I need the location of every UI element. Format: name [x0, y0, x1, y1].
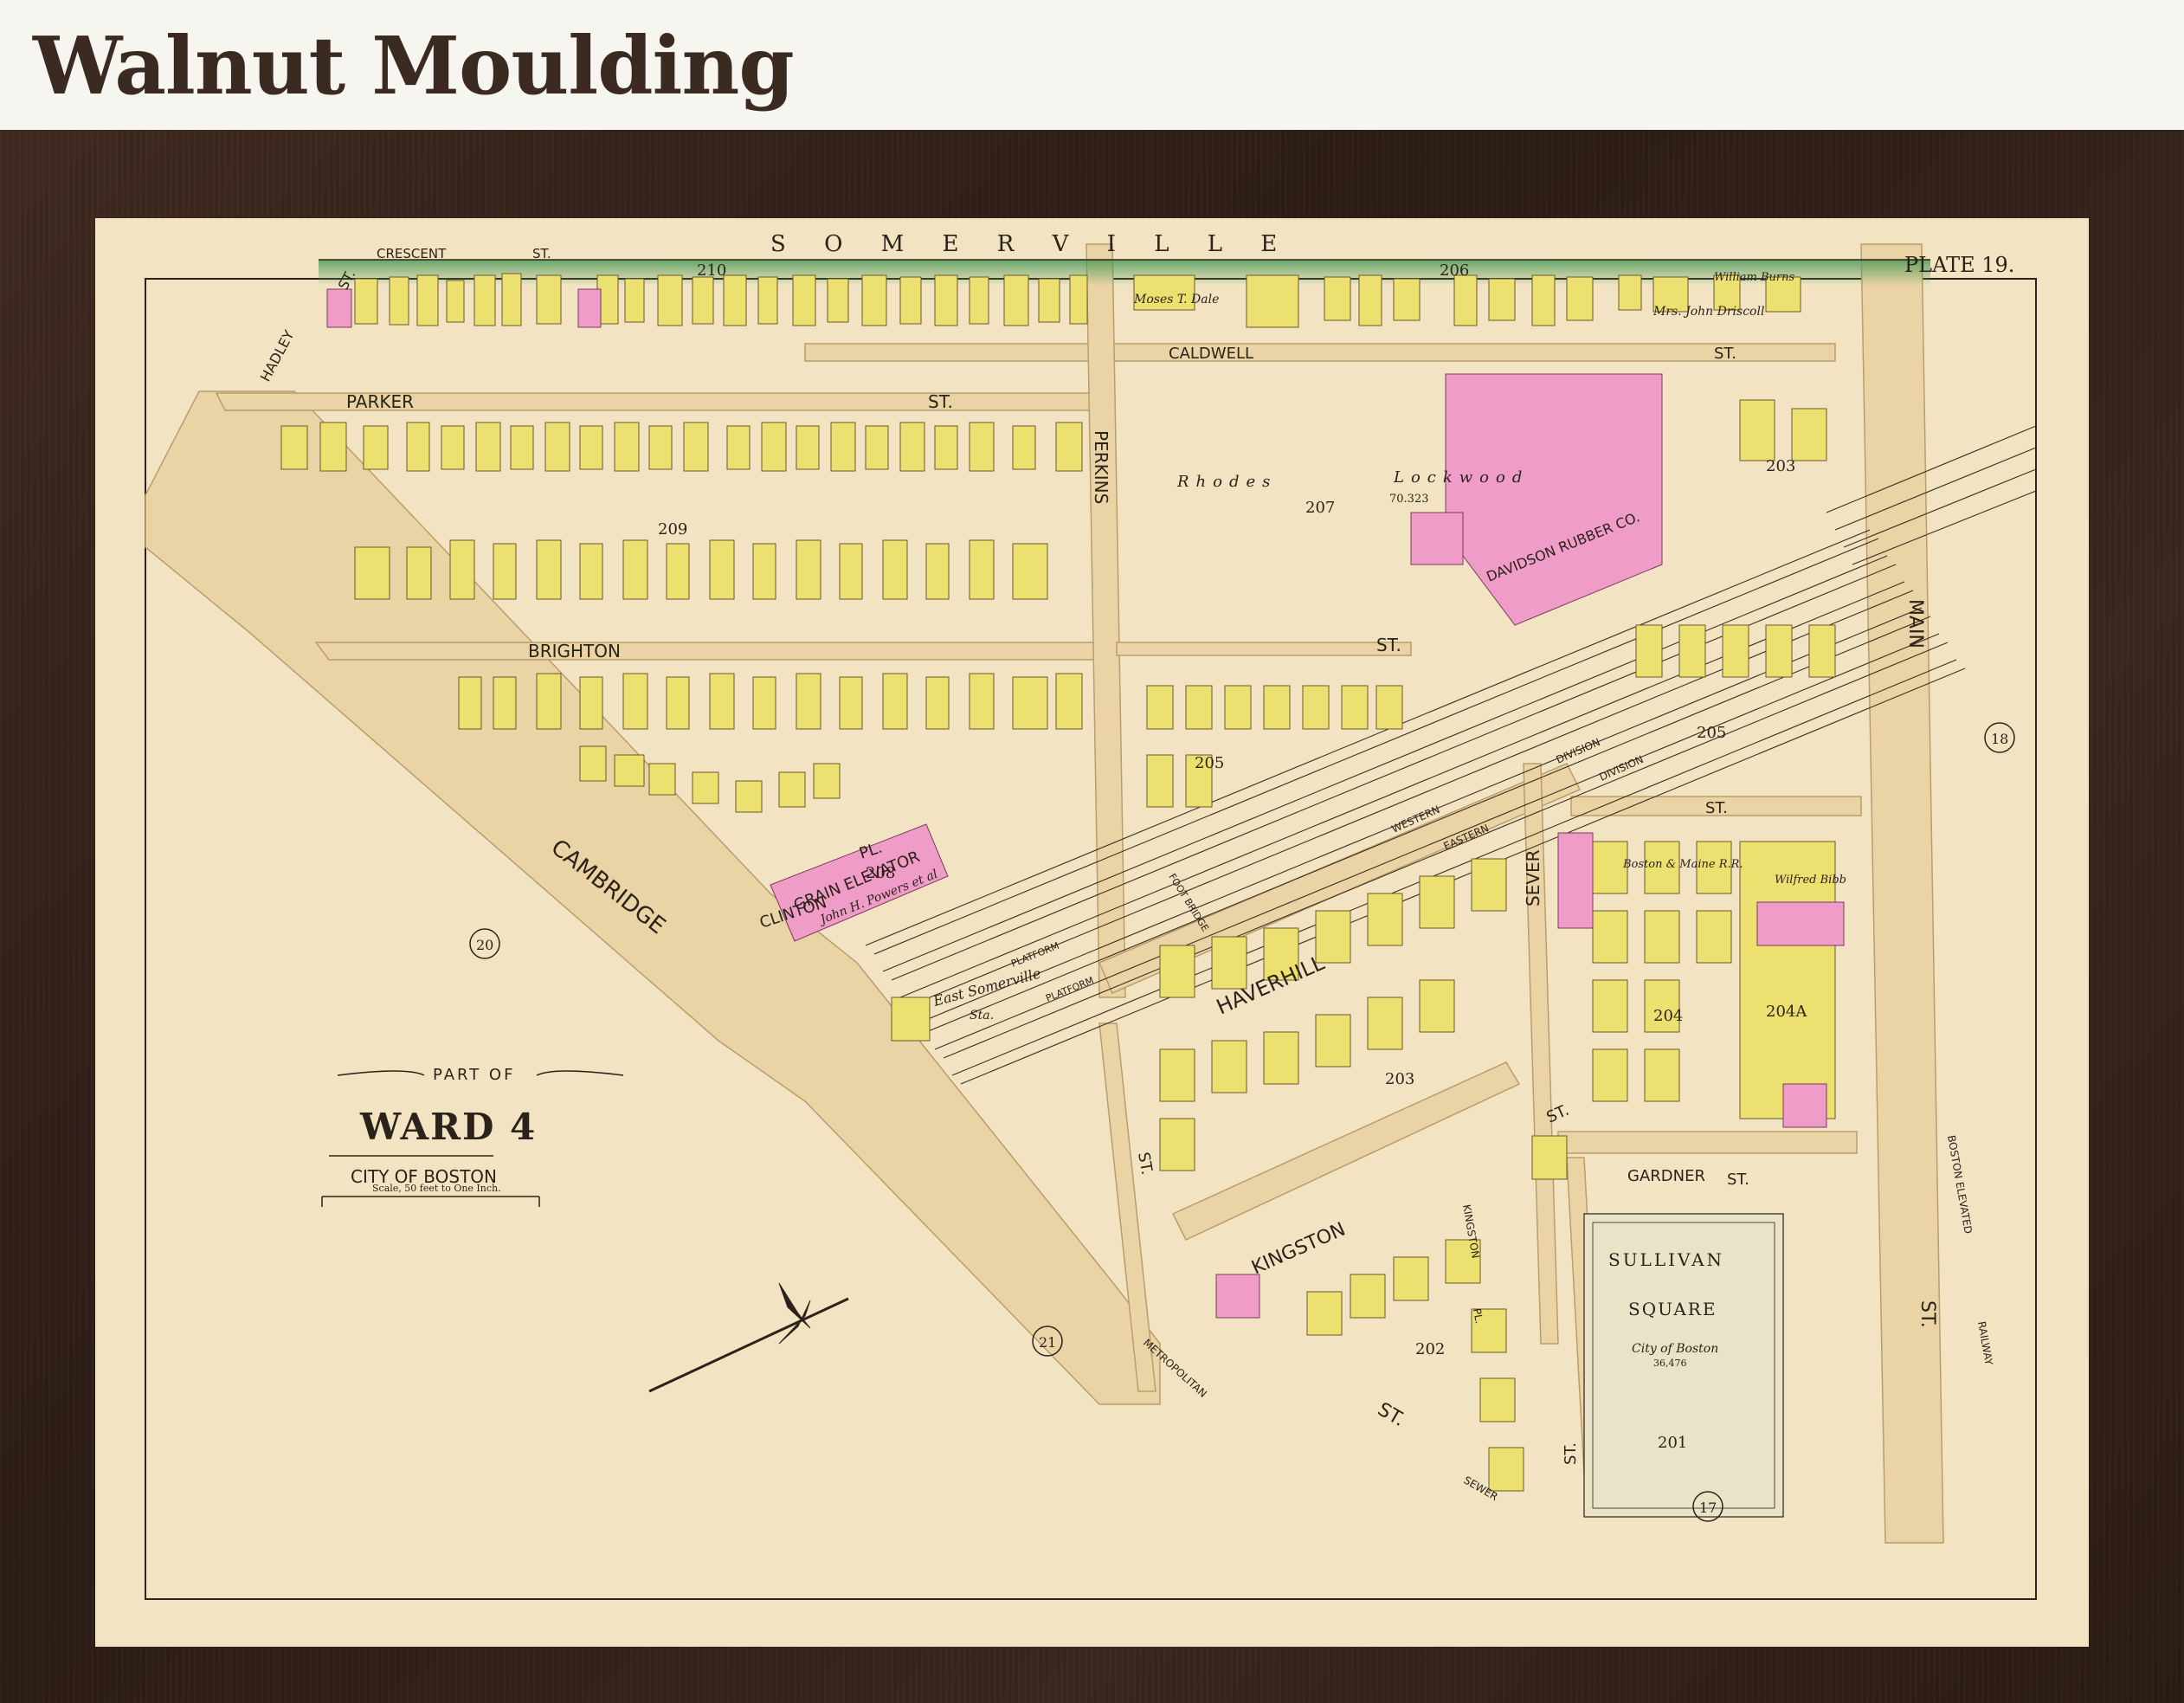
block-205b: 205	[1697, 724, 1726, 742]
street-perkins: PERKINS	[1091, 430, 1111, 504]
label-sullivan-city: City of Boston	[1632, 1342, 1718, 1356]
street-parker-st: ST.	[928, 391, 953, 412]
cartouche-part-of: PART OF	[433, 1066, 515, 1084]
label-rhodes-area: 70.323	[1389, 493, 1429, 506]
map-mat: S O M E R V I L L E PLATE 19. CRESCENT S…	[95, 218, 2089, 1647]
region-label: S O M E R V I L L E	[770, 231, 1292, 257]
block-203b: 203	[1385, 1070, 1414, 1088]
street-lower-st: ST.	[1705, 799, 1728, 817]
street-main: MAIN	[1904, 599, 1926, 648]
page-title: Walnut Moulding	[33, 19, 795, 113]
block-201: 201	[1658, 1434, 1687, 1452]
street-haverhill-st: ST.	[1134, 1151, 1156, 1176]
plate-ref-21: 21	[1039, 1334, 1056, 1351]
gardner-road	[1557, 1131, 1858, 1154]
middle-st-road	[1116, 642, 1412, 656]
label-sta: Sta.	[970, 1009, 994, 1022]
block-204: 204	[1653, 1007, 1683, 1025]
street-gardner-st: ST.	[1727, 1171, 1749, 1189]
block-209: 209	[658, 520, 687, 539]
block-210: 210	[697, 261, 726, 280]
block-208: 208	[866, 864, 895, 882]
street-sever-st: ST.	[1562, 1442, 1580, 1465]
label-sullivan1: SULLIVAN	[1608, 1249, 1724, 1270]
street-gardner: GARDNER	[1627, 1167, 1705, 1185]
street-brighton: BRIGHTON	[528, 641, 621, 661]
cartouche-ward: WARD 4	[359, 1106, 537, 1148]
street-caldwell: CALDWELL	[1169, 345, 1253, 363]
block-202: 202	[1415, 1340, 1445, 1358]
plate-ref-20: 20	[476, 937, 493, 953]
block-204a: 204A	[1766, 1003, 1807, 1021]
label-boston-maine: Boston & Maine R.R.	[1622, 858, 1743, 871]
street-caldwell-st: ST.	[1714, 345, 1736, 363]
block-207: 207	[1305, 499, 1335, 517]
street-sever: SEVER	[1523, 849, 1543, 906]
map-artwork: S O M E R V I L L E PLATE 19. CRESCENT S…	[95, 218, 2089, 1647]
caldwell-road	[804, 343, 1836, 362]
block-205a: 205	[1195, 754, 1224, 772]
street-parker: PARKER	[346, 391, 414, 412]
street-main-st: ST.	[1917, 1300, 1938, 1328]
brighton-road	[314, 642, 1118, 661]
label-driscoll: Mrs. John Driscoll	[1652, 305, 1764, 319]
block-203a: 203	[1766, 457, 1795, 475]
label-sullivan-area: 36,476	[1653, 1358, 1687, 1369]
plate-label: PLATE 19.	[1904, 253, 2014, 277]
cartouche-scale: Scale, 50 feet to One Inch.	[372, 1183, 501, 1194]
street-rhodes-st: ST.	[1376, 635, 1401, 655]
street-crescent-st: ST.	[532, 246, 551, 261]
label-william-burns: William Burns	[1714, 271, 1794, 284]
label-moses: Moses T. Dale	[1133, 293, 1219, 306]
label-wilfred: Wilfred Bibb	[1775, 874, 1846, 887]
label-lockwood: Lockwood	[1393, 468, 1529, 487]
plate-ref-18: 18	[1991, 731, 2008, 747]
street-crescent: CRESCENT	[377, 246, 447, 261]
block-206: 206	[1440, 261, 1469, 280]
label-rhodes: Rhodes	[1176, 473, 1277, 491]
label-sullivan2: SQUARE	[1628, 1299, 1717, 1319]
page-header: Walnut Moulding	[0, 0, 2184, 130]
plate-ref-17: 17	[1699, 1500, 1717, 1516]
